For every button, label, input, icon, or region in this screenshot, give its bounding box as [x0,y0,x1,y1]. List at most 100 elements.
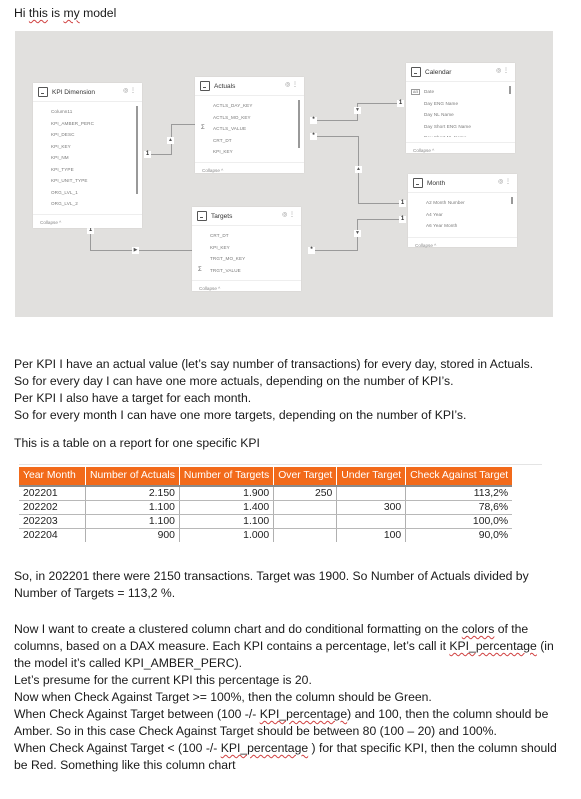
field[interactable]: ACTLS_MO_KEY [195,112,304,124]
field-label: ACTLS_VALUE [213,126,247,131]
field[interactable]: Day Short ENG Name [406,121,515,133]
field[interactable]: A⊟ Date [406,86,515,98]
sigma-icon: Σ [198,266,202,273]
collapse-button[interactable]: Collapse ^ [408,237,517,251]
paragraph: columns, based on a DAX measure. Each KP… [14,637,554,655]
cell-year-month: 202202 [19,500,86,515]
eye-icon[interactable]: ◎ ⋮ [123,87,136,94]
model-diagram[interactable]: 1 ▲ * 1 ▶ * * ▼ 1 * ▲ 1 * ▼ 1 KPI Dimens… [15,31,553,317]
filter-direction-icon: ▲ [167,137,174,144]
collapse-button[interactable]: Collapse ^ [33,214,142,228]
rel-kpi-targets-v [90,231,91,251]
rel-targets-month-h1 [311,250,357,251]
table-row: 202203 1.100 1.100 100,0% [19,514,513,529]
field[interactable]: KPI_KEY [195,146,304,158]
field[interactable]: KPI_KEY [192,242,301,254]
table-title: Targets [211,212,233,220]
paragraph: When Check Against Target between (100 -… [14,705,548,723]
paragraph: Amber. So in this case Check Against Tar… [14,724,497,738]
intro-text: Hi this is my model [14,6,117,20]
column-header[interactable]: Under Target [336,467,407,486]
column-header[interactable]: Year Month [19,467,86,486]
table-icon [413,178,423,188]
cardinality-one: 1 [399,200,406,207]
rel-actuals-month-h1 [313,136,358,137]
field[interactable]: A4 Year [408,209,517,221]
text: When Check Against Target between (100 -… [14,707,260,721]
collapse-button[interactable]: Collapse ^ [192,280,301,294]
spellcheck-word: KPI_percentage [259,707,348,721]
field[interactable]: ORG_LVL_1 [33,187,142,199]
eye-icon[interactable]: ◎ ⋮ [285,81,298,88]
table-header-row: Year Month Number of Actuals Number of T… [19,467,513,486]
column-header[interactable]: Number of Actuals [85,467,180,486]
field[interactable]: KPI_AMBER_PERC [33,118,142,130]
table-icon [38,87,48,97]
text: ) for that specific KPI, then the column… [308,741,557,755]
cell-under-target: 300 [336,500,407,515]
table-title: Month [427,179,446,187]
eye-icon[interactable]: ◎ ⋮ [282,211,295,218]
text: ) and 100, then the column should be [347,707,549,721]
field[interactable]: ORG_LVL_2 [33,198,142,210]
paragraph: Per KPI I also have a target for each mo… [14,391,252,405]
collapse-button[interactable]: Collapse ^ [406,142,515,156]
collapse-button[interactable]: Collapse ^ [195,162,304,176]
table-card-targets[interactable]: Targets ◎ ⋮ CRT_DT KPI_KEY TRGT_MO_KEY Σ T… [192,207,301,291]
table-top-border [19,464,542,465]
table-row: 202202 1.100 1.400 300 78,6% [19,500,513,515]
text: (in [536,639,554,653]
eye-icon[interactable]: ◎ ⋮ [498,178,511,185]
spellcheck-word: KPI_percentage [449,639,537,653]
paragraph: Per KPI I have an actual value (let’s sa… [14,357,534,371]
field[interactable]: CRT_DT [192,230,301,242]
cell-actuals: 900 [85,528,180,542]
cell-targets: 1.400 [179,500,275,515]
column-header[interactable]: Check Against Target [405,467,513,486]
field[interactable]: KPI_DESC [33,129,142,141]
paragraph: So for every month I can have one more t… [14,408,467,422]
cell-over-target [273,514,338,529]
field[interactable]: A6 Year Month [408,220,517,232]
field[interactable]: KPI_TYPE [33,164,142,176]
rel-kpi-targets-h [90,250,198,251]
cell-under-target [336,486,407,501]
field[interactable]: TRGT_MO_KEY [192,253,301,265]
text: columns, based on a DAX measure. Each KP… [14,639,450,653]
field[interactable]: KPI_NM [33,152,142,164]
field-label: Date [424,89,435,94]
table-card-kpi-dimension[interactable]: KPI Dimension ◎ ⋮ Column11 KPI_AMBER_PERC… [33,83,142,228]
column-header[interactable]: Number of Targets [179,467,275,486]
cell-check-against-target: 90,0% [478,530,509,541]
field[interactable]: ACTLS_DAY_KEY [195,100,304,112]
report-table[interactable]: Year Month Number of Actuals Number of T… [19,467,513,542]
column-header[interactable]: Over Target [273,467,338,486]
field[interactable]: Day NL Name [406,109,515,121]
table-row: 202204 900 1.000 100 90,0% [19,528,512,542]
text: Now I want to create a clustered column … [14,622,462,636]
paragraph: Number of Targets = 113,2 %. [14,586,176,600]
table-card-calendar[interactable]: Calendar ◎ ⋮ A⊟ Date Day ENG Name Day NL N… [406,63,515,153]
text-type-icon: A⊟ [411,89,421,95]
table-intro: This is a table on a report for one spec… [14,436,260,450]
table-icon [197,211,207,221]
table-card-month[interactable]: Month ◎ ⋮ A2 Month Number A4 Year A6 Year… [408,174,517,248]
field[interactable]: Day ENG Name [406,98,515,110]
cell-check-against-target: 78,6% [405,500,513,515]
field[interactable]: KPI_UNIT_TYPE [33,175,142,187]
field[interactable]: Σ TRGT_VALUE [192,265,301,277]
table-card-actuals[interactable]: Actuals ◎ ⋮ ACTLS_DAY_KEY ACTLS_MO_KEY Σ A… [195,77,304,173]
field[interactable]: KPI_KEY [33,141,142,153]
cell-over-target: 250 [273,486,338,501]
table-row: 202201 2.150 1.900 250 113,2% [19,486,513,501]
field[interactable]: A2 Month Number [408,197,517,209]
field[interactable]: Column11 [33,106,142,118]
field[interactable]: CRT_DT [195,135,304,147]
cell-targets: 1.000 [179,528,275,542]
cardinality-one: 1 [399,216,406,223]
cell-actuals: 1.100 [85,514,180,529]
field[interactable]: Day Short NL Name [406,132,515,137]
spellcheck-word: colors [461,622,495,636]
field[interactable]: Σ ACTLS_VALUE [195,123,304,135]
eye-icon[interactable]: ◎ ⋮ [496,67,509,74]
